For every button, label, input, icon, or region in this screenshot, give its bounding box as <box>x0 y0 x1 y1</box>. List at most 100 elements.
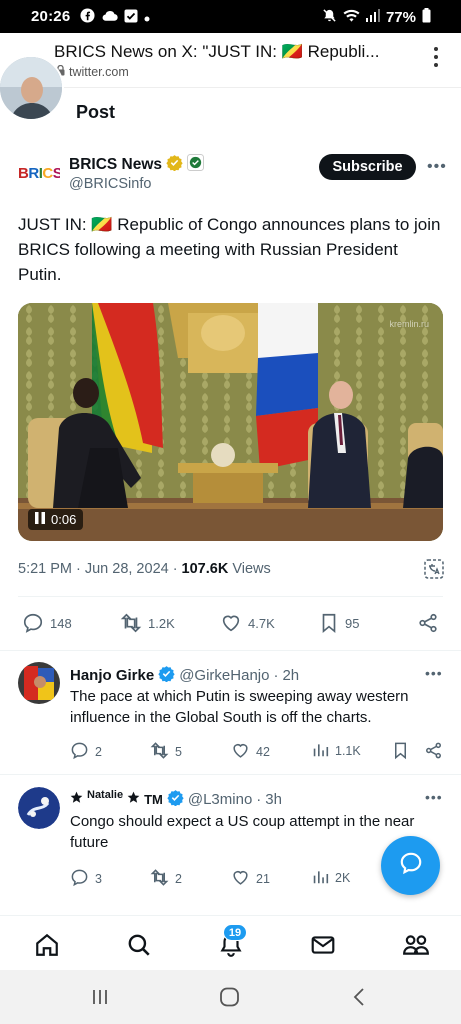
reply-actions: 2 5 42 1.1K <box>70 741 442 761</box>
status-left-icons <box>80 8 150 27</box>
translate-icon[interactable] <box>424 559 444 579</box>
bottom-nav: 19 <box>0 915 461 970</box>
mute-icon <box>322 8 337 27</box>
tweet-time[interactable]: 5:21 PM <box>18 561 72 577</box>
bookmark-icon <box>392 741 409 763</box>
author-name-row[interactable]: BRICS News <box>69 154 205 176</box>
reply-author-handle[interactable]: @GirkeHanjo <box>179 667 269 684</box>
share-icon <box>424 741 443 763</box>
search-icon[interactable] <box>126 932 152 958</box>
facebook-icon <box>80 8 95 27</box>
avatar[interactable] <box>18 787 60 829</box>
star-icon <box>70 791 83 808</box>
bookmark-icon <box>319 612 339 634</box>
reply-header: Natalie TM @L3mino · 3h <box>70 789 282 810</box>
like-count: 42 <box>256 745 270 759</box>
browser-page-title: BRICS News on X: "JUST IN: 🇨🇬 Republi... <box>54 42 380 61</box>
home-icon[interactable] <box>34 932 60 958</box>
like-icon <box>231 741 250 763</box>
battery-icon <box>422 8 431 27</box>
affiliate-badge-icon[interactable] <box>187 154 205 176</box>
like-count: 4.7K <box>248 615 275 631</box>
svg-text:BRICS: BRICS <box>18 165 60 182</box>
share-button[interactable] <box>424 741 443 763</box>
cloud-icon <box>101 9 118 26</box>
like-icon <box>220 612 242 634</box>
tweet-video[interactable]: kremlin.ru 0:06 <box>18 303 443 541</box>
tweet-meta: 5:21 PM · Jun 28, 2024 · 107.6K Views <box>18 561 271 577</box>
avatar[interactable] <box>18 662 60 704</box>
views-icon <box>312 741 329 761</box>
reply-button[interactable]: 3 <box>70 868 102 890</box>
back-icon[interactable] <box>352 987 366 1012</box>
reply-button[interactable]: 148 <box>22 612 72 634</box>
repost-button[interactable]: 5 <box>150 741 182 763</box>
more-icon[interactable]: ••• <box>427 158 447 176</box>
reply-author-name[interactable]: Hanjo Girke <box>70 667 154 684</box>
reply-author-name-suffix[interactable]: TM <box>144 792 163 807</box>
meta-separator: · <box>256 791 262 808</box>
reply-icon <box>70 868 89 890</box>
kebab-icon[interactable] <box>433 47 439 71</box>
reply-count: 2 <box>95 745 102 759</box>
compose-message-button[interactable] <box>381 836 440 895</box>
author-name[interactable]: BRICS News <box>69 156 162 174</box>
more-icon[interactable]: ••• <box>425 665 443 681</box>
share-button[interactable] <box>417 612 439 634</box>
views-label: Views <box>232 561 271 577</box>
reply-author-name-prefix[interactable]: Natalie <box>87 789 123 801</box>
avatar[interactable] <box>0 55 64 121</box>
brics-logo[interactable]: BRICS <box>18 160 63 184</box>
repost-icon <box>120 612 142 634</box>
recents-icon[interactable] <box>90 987 110 1012</box>
reply-author-handle[interactable]: @L3mino <box>188 791 252 808</box>
browser-custom-tab-bar: BRICS News on X: "JUST IN: 🇨🇬 Republi...… <box>0 33 461 88</box>
check-square-icon <box>124 9 138 27</box>
like-button[interactable]: 4.7K <box>220 612 275 634</box>
like-count: 21 <box>256 872 270 886</box>
meta-separator: · <box>273 667 279 684</box>
wifi-icon <box>343 9 360 27</box>
video-watermark: kremlin.ru <box>389 319 429 329</box>
reply-item[interactable]: Hanjo Girke @GirkeHanjo · 2h ••• The pac… <box>0 650 461 774</box>
communities-icon[interactable] <box>402 932 429 958</box>
messages-icon[interactable] <box>310 932 336 958</box>
browser-url-row[interactable]: twitter.com <box>56 64 129 79</box>
reply-header: Hanjo Girke @GirkeHanjo · 2h <box>70 665 299 686</box>
repost-count: 1.2K <box>148 615 175 631</box>
verified-blue-icon <box>167 789 184 810</box>
views-button[interactable]: 2K <box>312 868 350 888</box>
video-timer[interactable]: 0:06 <box>28 509 84 530</box>
reply-button[interactable]: 2 <box>70 741 102 763</box>
subscribe-button[interactable]: Subscribe <box>319 154 416 180</box>
tweet-text: JUST IN: 🇨🇬 Republic of Congo announces … <box>18 215 441 284</box>
repost-count: 2 <box>175 872 182 886</box>
home-circle-icon[interactable] <box>219 987 241 1012</box>
tweet-date[interactable]: Jun 28, 2024 <box>85 561 169 577</box>
views-button[interactable]: 1.1K <box>312 741 361 761</box>
tweet-header: BRICS BRICS News @BRICSinfo Subscribe ••… <box>18 152 446 196</box>
bookmark-button[interactable]: 95 <box>319 612 359 634</box>
tweet-actions: 148 1.2K 4.7K 95 <box>22 612 442 636</box>
status-time: 20:26 <box>31 8 71 25</box>
bookmark-button[interactable] <box>392 741 409 763</box>
play-pause-icon[interactable] <box>35 512 45 527</box>
like-button[interactable]: 42 <box>231 741 270 763</box>
signal-icon <box>365 9 380 26</box>
more-icon[interactable]: ••• <box>425 789 443 805</box>
repost-icon <box>150 868 169 890</box>
share-icon <box>417 612 439 634</box>
repost-button[interactable]: 2 <box>150 868 182 890</box>
repost-button[interactable]: 1.2K <box>120 612 175 634</box>
compose-message-icon <box>398 850 424 881</box>
reply-age: 3h <box>265 791 282 808</box>
battery-label: 77% <box>385 9 416 26</box>
views-count: 107.6K <box>181 561 229 577</box>
like-button[interactable]: 21 <box>231 868 270 890</box>
meta-separator: · <box>172 561 178 577</box>
bookmark-count: 95 <box>345 615 360 631</box>
author-handle[interactable]: @BRICSinfo <box>69 176 151 192</box>
reply-icon <box>70 741 89 763</box>
reply-count: 148 <box>50 615 72 631</box>
dot-icon <box>144 9 150 26</box>
